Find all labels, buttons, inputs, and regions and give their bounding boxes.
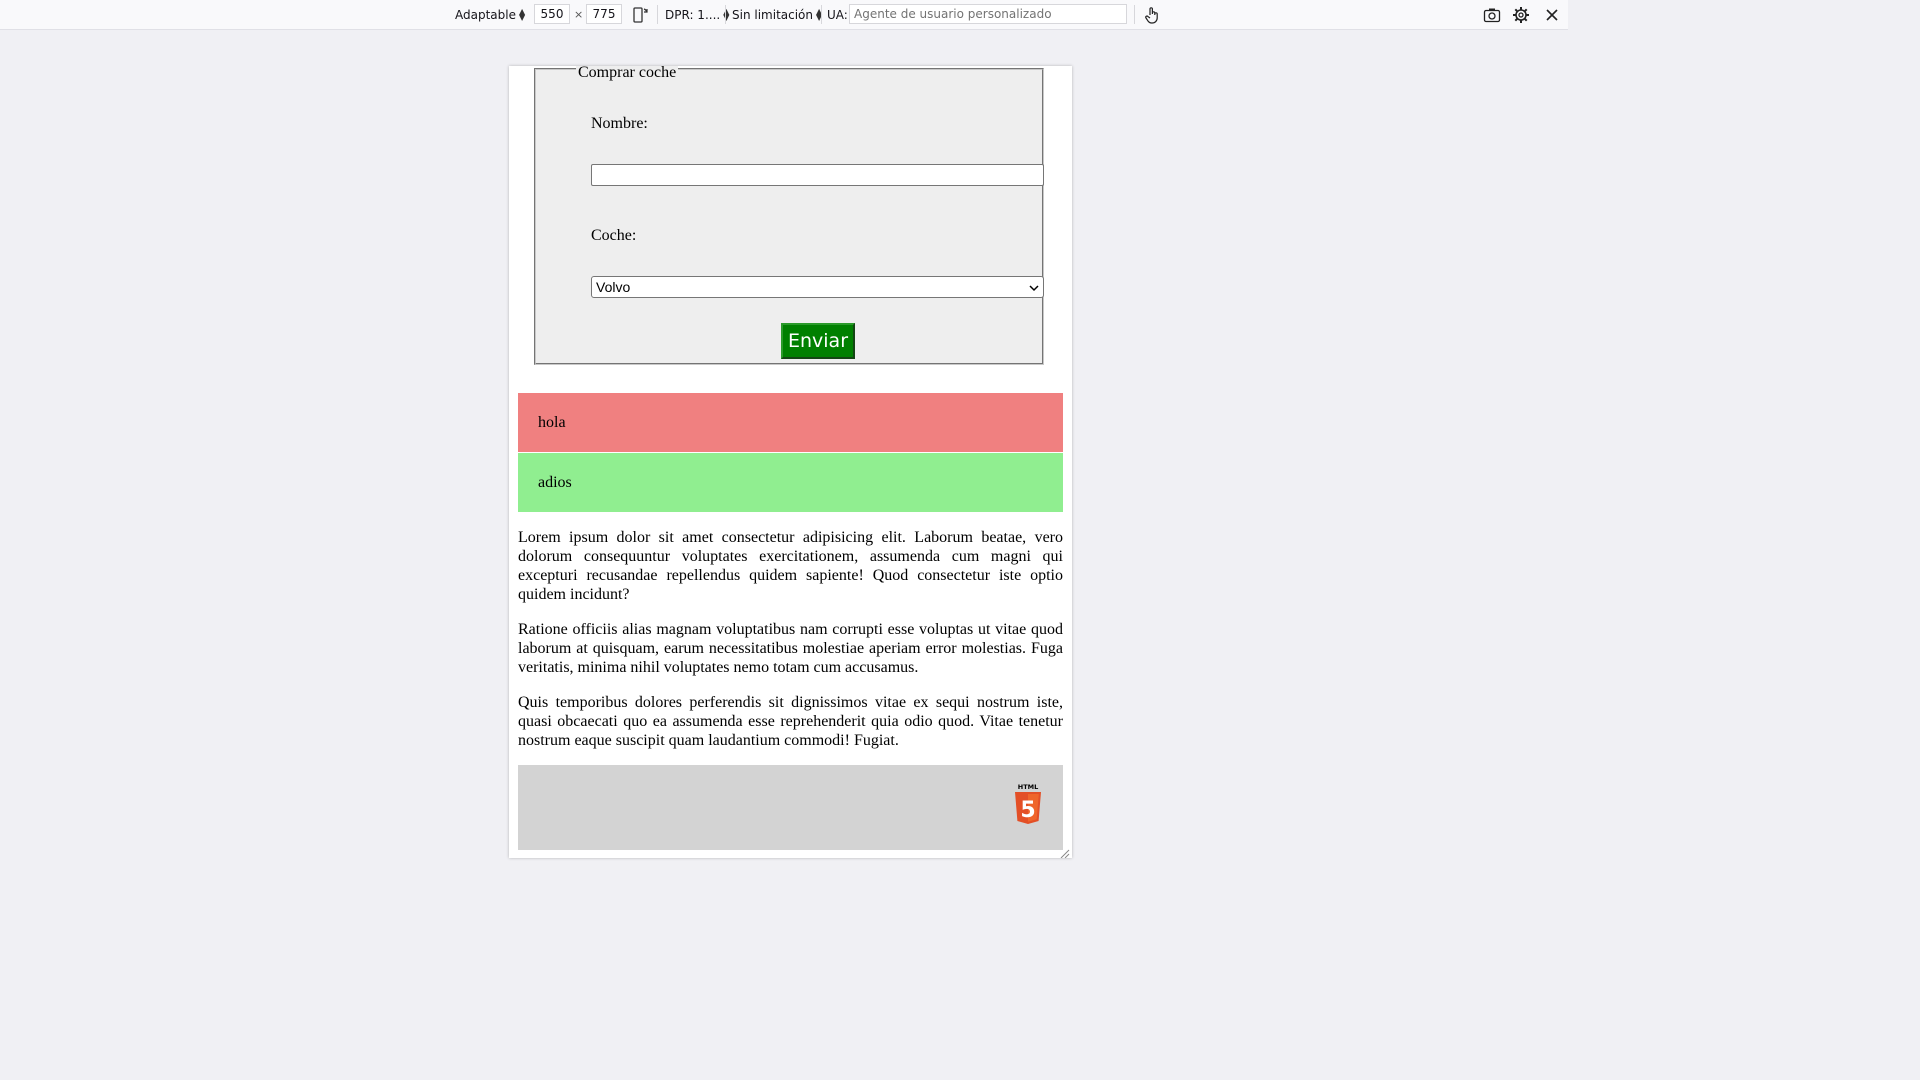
throttle-label: Sin limitación: [732, 7, 813, 22]
hola-box: hola: [518, 393, 1063, 452]
html5-logo-icon: HTML 5: [1013, 783, 1043, 827]
device-selector[interactable]: Adaptable ▲ ▼: [455, 0, 525, 29]
width-input[interactable]: 550: [534, 4, 570, 24]
user-agent-input[interactable]: Agente de usuario personalizado: [849, 4, 1127, 24]
paragraph-3: Quis temporibus dolores perferendis sit …: [518, 694, 1063, 749]
gear-icon[interactable]: [1511, 5, 1531, 25]
camera-icon[interactable]: [1482, 5, 1502, 25]
ua-label: UA:: [827, 7, 848, 22]
dpr-label: DPR: 1....: [665, 7, 721, 22]
dpr-selector[interactable]: DPR: 1.... ▲ ▼: [665, 0, 729, 29]
car-label: Coche:: [591, 227, 637, 244]
rdm-toolbar: Adaptable ▲ ▼ 550 × 775 DPR: 1.... ▲ ▼ Sin…: [0, 0, 1568, 30]
form-legend: Comprar coche: [576, 66, 679, 82]
paragraph-1: Lorem ipsum dolor sit amet consectetur a…: [518, 529, 1063, 603]
car-selected-value: Volvo: [596, 279, 631, 295]
name-input[interactable]: [591, 164, 1044, 186]
network-throttle-selector[interactable]: Sin limitación ▲ ▼: [732, 0, 822, 29]
updown-icon: ▲ ▼: [518, 6, 526, 22]
submit-button[interactable]: Enviar: [781, 323, 855, 359]
adios-box: adios: [518, 453, 1063, 512]
html5-logo-text: HTML: [1018, 783, 1038, 791]
resize-handle-icon[interactable]: [1060, 846, 1070, 858]
rotate-icon[interactable]: [630, 5, 650, 25]
close-icon[interactable]: [1542, 5, 1562, 25]
responsive-viewport: Comprar coche Nombre: Coche: Volvo Envia…: [509, 66, 1072, 858]
footer: HTML 5: [518, 765, 1063, 850]
buy-car-form: Comprar coche Nombre: Coche: Volvo Envia…: [534, 66, 1044, 365]
name-label: Nombre:: [591, 115, 648, 132]
car-select[interactable]: Volvo: [591, 276, 1044, 298]
paragraph-2: Ratione officiis alias magnam voluptatib…: [518, 621, 1063, 676]
dimension-separator: ×: [574, 8, 584, 21]
html5-logo-digit: 5: [1020, 798, 1035, 823]
touch-icon[interactable]: [1142, 5, 1162, 25]
height-input[interactable]: 775: [586, 4, 622, 24]
chevron-down-icon: [1029, 279, 1039, 295]
device-label: Adaptable: [455, 7, 516, 22]
